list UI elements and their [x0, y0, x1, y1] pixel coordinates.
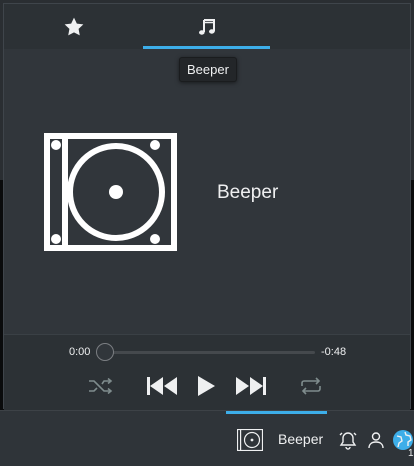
notifications-bell-icon — [339, 432, 357, 450]
media-player-popup: Beeper Beeper 0:00 -0:48 — [3, 3, 411, 410]
panel-clock-fragment: 1 — [408, 448, 414, 459]
star-icon — [64, 17, 83, 35]
skip-previous-icon — [147, 377, 177, 395]
tooltip-text: Beeper — [187, 62, 229, 77]
repeat-button[interactable] — [296, 373, 326, 399]
track-title: Beeper — [217, 182, 279, 203]
playback-controls: 0:00 -0:48 — [4, 334, 410, 410]
repeat-icon — [301, 377, 321, 395]
active-tab-indicator — [143, 46, 270, 49]
media-player-icon — [44, 133, 177, 251]
play-button[interactable] — [194, 373, 218, 399]
skip-next-icon — [236, 377, 266, 395]
remaining-time-label: -0:48 — [321, 346, 347, 358]
next-track-button[interactable] — [233, 373, 269, 399]
panel-active-indicator — [226, 411, 327, 414]
position-label: 0:00 — [69, 346, 91, 358]
user-icon — [368, 432, 384, 449]
tab-media-player[interactable] — [143, 4, 270, 49]
tooltip: Beeper — [179, 57, 237, 82]
seek-slider-track[interactable] — [100, 351, 315, 354]
shuffle-button[interactable] — [86, 373, 116, 399]
user-switcher-button[interactable] — [365, 429, 387, 451]
seek-slider-handle[interactable] — [96, 343, 114, 361]
previous-track-button[interactable] — [144, 373, 180, 399]
panel-media-label[interactable]: Beeper — [278, 431, 323, 447]
music-note-icon — [198, 18, 215, 35]
tab-favorites[interactable] — [4, 4, 143, 49]
shuffle-icon — [89, 378, 113, 394]
notifications-button[interactable] — [337, 429, 359, 451]
panel-media-widget-icon[interactable] — [236, 427, 264, 453]
popup-tab-bar — [4, 4, 410, 49]
play-icon — [198, 376, 215, 396]
media-player-small-icon — [237, 429, 263, 451]
taskbar-panel: Beeper — [0, 410, 414, 466]
